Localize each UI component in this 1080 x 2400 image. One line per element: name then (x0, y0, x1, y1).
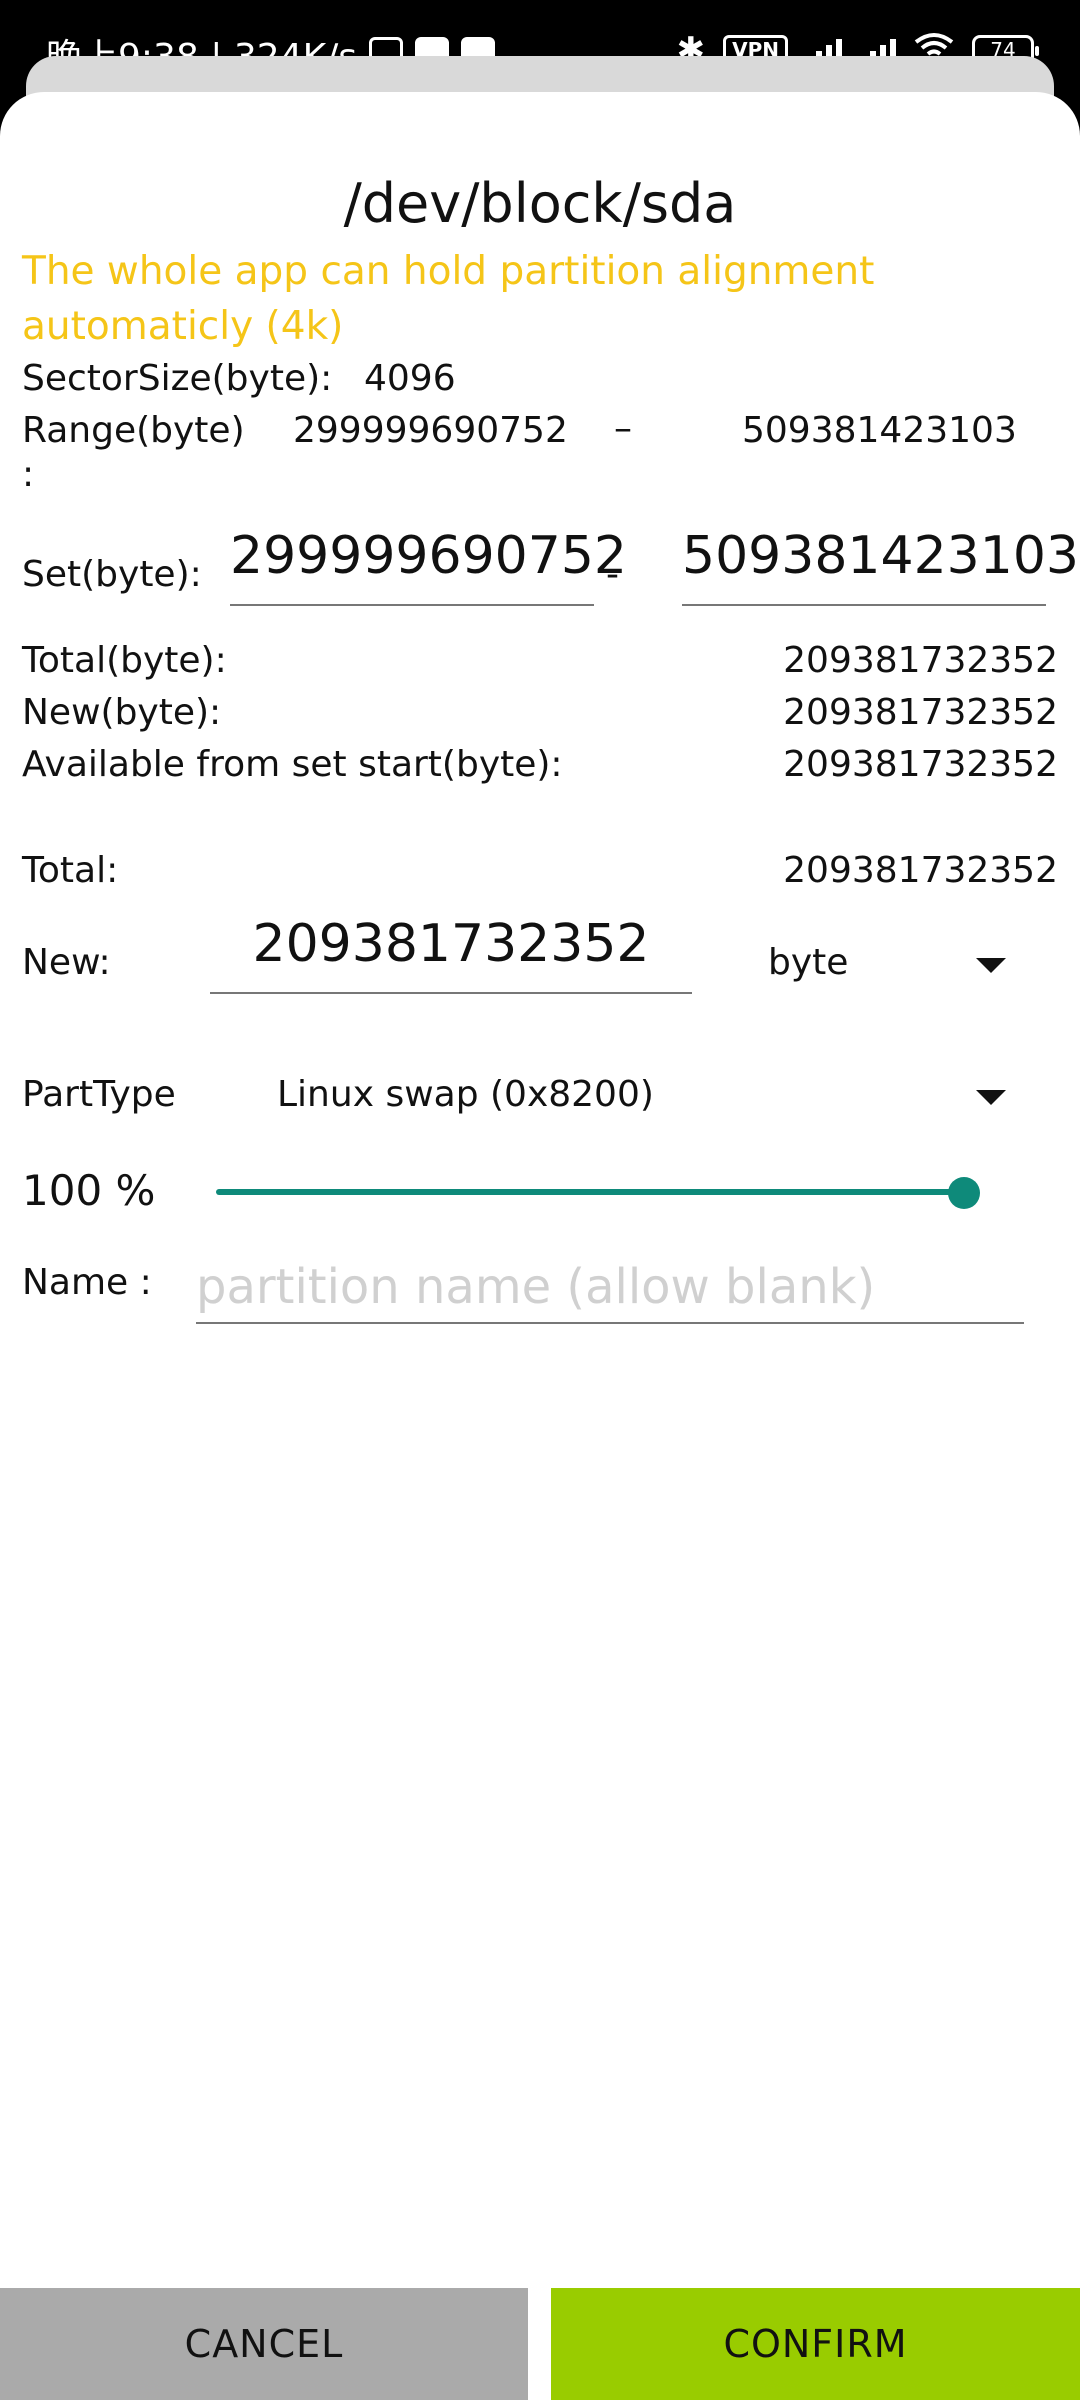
range-colon: : (22, 454, 35, 495)
sector-size-value: 4096 (364, 358, 456, 399)
total-label: Total: (22, 850, 119, 891)
dropdown-arrow-icon (976, 958, 1006, 973)
cancel-button[interactable]: CANCEL (0, 2288, 528, 2400)
available-value: 209381732352 (783, 744, 1058, 785)
range-label: Range(byte) (22, 410, 245, 451)
new-label: New: (22, 942, 111, 983)
set-label: Set(byte): (22, 554, 202, 595)
unit-selected: byte (768, 942, 849, 983)
new-size-input[interactable]: 209381732352 (210, 914, 692, 994)
set-end-input[interactable]: 509381423103 (682, 526, 1079, 606)
confirm-button[interactable]: CONFIRM (551, 2288, 1080, 2400)
parttype-label: PartType (22, 1074, 176, 1115)
new-byte-value: 209381732352 (783, 692, 1058, 733)
partition-dialog: /dev/block/sda The whole app can hold pa… (0, 92, 1080, 2400)
dropdown-arrow-icon (976, 1090, 1006, 1105)
unit-dropdown[interactable]: byte (740, 922, 1040, 992)
sector-size-label: SectorSize(byte): (22, 358, 333, 399)
name-label: Name : (22, 1262, 152, 1303)
new-byte-label: New(byte): (22, 692, 222, 733)
range-start: 299999690752 (293, 410, 568, 451)
alignment-warning: The whole app can hold partition alignme… (22, 249, 875, 349)
parttype-selected: Linux swap (0x8200) (277, 1074, 654, 1115)
total-value: 209381732352 (783, 850, 1058, 891)
parttype-dropdown[interactable]: Linux swap (0x8200) (260, 1054, 1040, 1124)
range-dash: – (614, 408, 632, 449)
slider-track[interactable] (216, 1189, 963, 1195)
dialog-title: /dev/block/sda (343, 172, 737, 235)
total-byte-label: Total(byte): (22, 640, 227, 681)
available-label: Available from set start(byte): (22, 744, 563, 785)
set-start-input[interactable]: 299999690752 (230, 526, 627, 606)
percent-label: 100 % (22, 1166, 156, 1215)
total-byte-value: 209381732352 (783, 640, 1058, 681)
slider-thumb[interactable] (948, 1177, 980, 1209)
set-dash: - (606, 554, 619, 595)
range-end: 509381423103 (742, 410, 1017, 451)
partition-name-input[interactable] (196, 1252, 1024, 1324)
